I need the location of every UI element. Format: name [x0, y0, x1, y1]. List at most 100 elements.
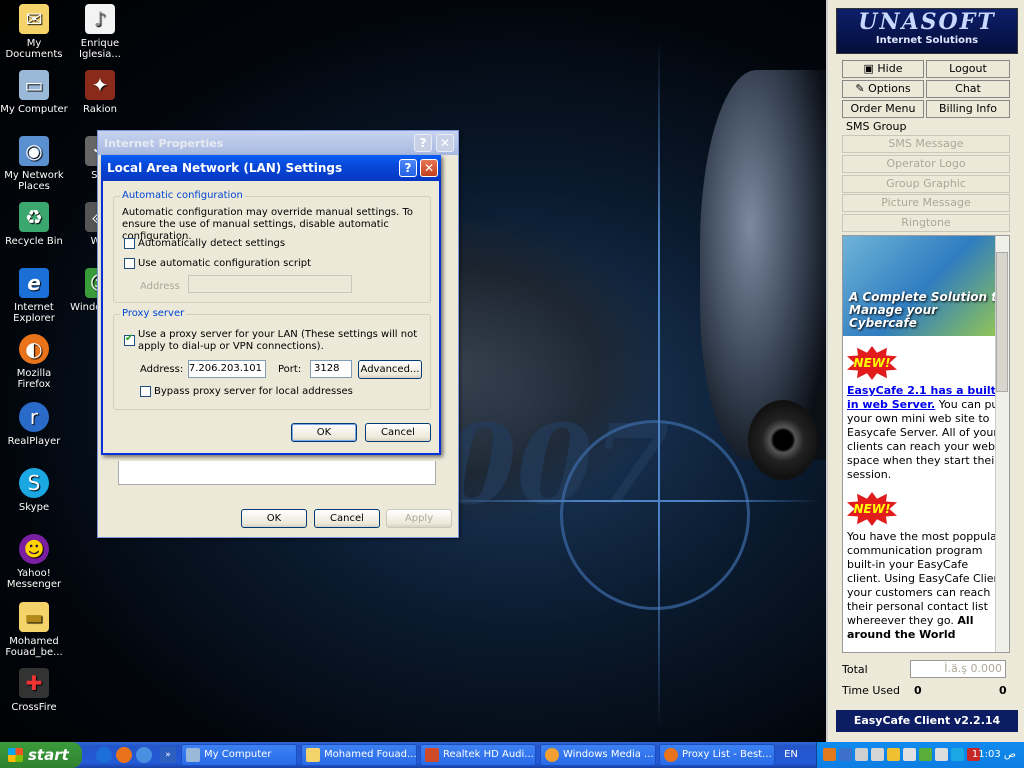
logout-button[interactable]: Logout: [926, 60, 1010, 78]
hide-button[interactable]: ▣ Hide: [842, 60, 924, 78]
wallpaper-gun-barrel: [748, 400, 818, 480]
folder-icon: ▬: [19, 602, 49, 632]
close-icon[interactable]: ✕: [420, 159, 438, 177]
task-realtek-hd-audio[interactable]: Realtek HD Audi...: [420, 744, 536, 766]
time-used-label: Time Used: [842, 684, 900, 697]
skype-icon: S: [19, 468, 49, 498]
use-proxy-checkbox[interactable]: [124, 333, 135, 346]
task-mohamed-fouad[interactable]: Mohamed Fouad...: [301, 744, 417, 766]
options-button[interactable]: ✎ Options: [842, 80, 924, 98]
taskbar: start » My Computer Mohamed Fouad... Rea…: [0, 742, 1024, 768]
tray-app-icon[interactable]: [903, 748, 916, 761]
taskbar-clock[interactable]: 11:03 ص: [972, 742, 1016, 768]
tray-app-icon[interactable]: [855, 748, 868, 761]
desktop-icon-skype[interactable]: S Skype: [0, 468, 68, 513]
proxy-address-field[interactable]: 57.206.203.101: [188, 360, 266, 378]
logo-title: UNASOFT: [858, 9, 996, 35]
internet-properties-ok-button[interactable]: OK: [241, 509, 307, 528]
proxy-server-legend: Proxy server: [120, 308, 187, 319]
tray-app-icon[interactable]: [919, 748, 932, 761]
sms-message-button[interactable]: SMS Message: [842, 135, 1010, 153]
tray-app-icon[interactable]: [871, 748, 884, 761]
internet-properties-panel: [118, 461, 436, 485]
billing-info-button[interactable]: Billing Info: [926, 100, 1010, 118]
easycafe-version-footer: EasyCafe Client v2.2.14: [836, 710, 1018, 732]
ringtone-button[interactable]: Ringtone: [842, 214, 1010, 232]
lan-settings-dialog: Local Area Network (LAN) Settings ? ✕ Au…: [101, 155, 441, 455]
proxy-port-field[interactable]: 3128: [310, 360, 352, 378]
recycle-bin-icon: ♻: [19, 202, 49, 232]
task-proxy-list[interactable]: Proxy List - Best...: [659, 744, 775, 766]
logo-subtitle: Internet Solutions: [875, 35, 979, 46]
tray-app-icon[interactable]: [951, 748, 964, 761]
automatically-detect-label: Automatically detect settings: [138, 238, 286, 249]
ad-scrollbar[interactable]: [995, 236, 1009, 652]
desktop-icon-crossfire[interactable]: ✚ CrossFire: [0, 668, 68, 713]
advanced-button[interactable]: Advanced...: [358, 360, 422, 379]
firefox-icon: ◐: [19, 334, 49, 364]
tray-app-icon[interactable]: [887, 748, 900, 761]
operator-logo-button[interactable]: Operator Logo: [842, 155, 1010, 173]
time-used-minutes: 0: [999, 684, 1007, 697]
yahoo-messenger-icon: ☻: [19, 534, 49, 564]
use-proxy-label: Use a proxy server for your LAN (These s…: [138, 329, 418, 352]
pencil-icon: ✎: [855, 82, 869, 95]
start-button[interactable]: start: [0, 742, 82, 768]
computer-icon: [186, 748, 200, 762]
bypass-local-checkbox[interactable]: [140, 386, 151, 397]
network-icon: ◉: [19, 136, 49, 166]
order-menu-button[interactable]: Order Menu: [842, 100, 924, 118]
group-graphic-button[interactable]: Group Graphic: [842, 175, 1010, 193]
advertisement-panel: A Complete Solution to Manage your Cyber…: [842, 235, 1010, 653]
quicklaunch-expand-icon[interactable]: »: [160, 747, 176, 763]
desktop-icon-recycle-bin[interactable]: ♻ Recycle Bin: [0, 202, 68, 247]
desktop-icon-my-network-places[interactable]: ◉ My Network Places: [0, 136, 68, 192]
lan-ok-button[interactable]: OK: [291, 423, 357, 442]
desktop-icon-enrique[interactable]: ♪ Enrique Iglesia...: [66, 4, 134, 60]
desktop-icon-internet-explorer[interactable]: e Internet Explorer: [0, 268, 68, 324]
desktop-icon-mohamed-fouad[interactable]: ▬ Mohamed Fouad_be...: [0, 602, 68, 658]
new-badge-icon: NEW!: [847, 346, 897, 380]
proxy-address-label: Address:: [140, 364, 184, 375]
internet-properties-apply-button[interactable]: Apply: [386, 509, 452, 528]
audio-file-icon: ♪: [85, 4, 115, 34]
task-my-computer[interactable]: My Computer: [181, 744, 297, 766]
new-badge-icon: NEW!: [847, 492, 897, 526]
automatically-detect-checkbox[interactable]: [124, 238, 135, 249]
lan-cancel-button[interactable]: Cancel: [365, 423, 431, 442]
auto-config-script-checkbox[interactable]: [124, 258, 135, 269]
desktop-icon-my-documents[interactable]: ✉ My Documents: [0, 4, 68, 60]
tray-app-icon[interactable]: [823, 748, 836, 761]
media-player-icon: [545, 748, 559, 762]
firefox-quicklaunch-icon[interactable]: [116, 747, 132, 763]
proxy-port-label: Port:: [278, 364, 302, 375]
task-windows-media[interactable]: Windows Media ...: [540, 744, 656, 766]
unasoft-logo: UNASOFT Internet Solutions: [836, 8, 1018, 54]
internet-explorer-icon: e: [19, 268, 49, 298]
realplayer-icon: r: [19, 402, 49, 432]
desktop-icon-firefox[interactable]: ◐ Mozilla Firefox: [0, 334, 68, 390]
tray-network-icon[interactable]: [839, 748, 852, 761]
internet-properties-title: Internet Properties: [98, 131, 458, 155]
chat-button[interactable]: Chat: [926, 80, 1010, 98]
language-indicator[interactable]: EN: [776, 742, 806, 768]
picture-message-button[interactable]: Picture Message: [842, 194, 1010, 212]
ad-banner: A Complete Solution to Manage your Cyber…: [843, 236, 1009, 336]
help-icon[interactable]: ?: [414, 134, 432, 152]
ad-scrollbar-thumb[interactable]: [996, 252, 1008, 392]
wallpaper-face: [700, 70, 826, 460]
ad-item-1: EasyCafe 2.1 has a built-in web Server. …: [847, 384, 1003, 481]
firefox-icon: [664, 748, 678, 762]
desktop-icon-my-computer[interactable]: ▭ My Computer: [0, 70, 68, 115]
help-icon[interactable]: ?: [399, 159, 417, 177]
internet-properties-cancel-button[interactable]: Cancel: [314, 509, 380, 528]
ie-quicklaunch-icon[interactable]: [96, 747, 112, 763]
wallpaper-crosshair-h: [430, 500, 820, 502]
desktop-icon-rakion[interactable]: ✦ Rakion: [66, 70, 134, 115]
close-icon[interactable]: ✕: [436, 134, 454, 152]
desktop-icon-yahoo-messenger[interactable]: ☻ Yahoo! Messenger: [0, 534, 68, 590]
script-address-field[interactable]: [188, 275, 352, 293]
desktop-icon-realplayer[interactable]: r RealPlayer: [0, 402, 68, 447]
show-desktop-icon[interactable]: [136, 747, 152, 763]
tray-app-icon[interactable]: [935, 748, 948, 761]
